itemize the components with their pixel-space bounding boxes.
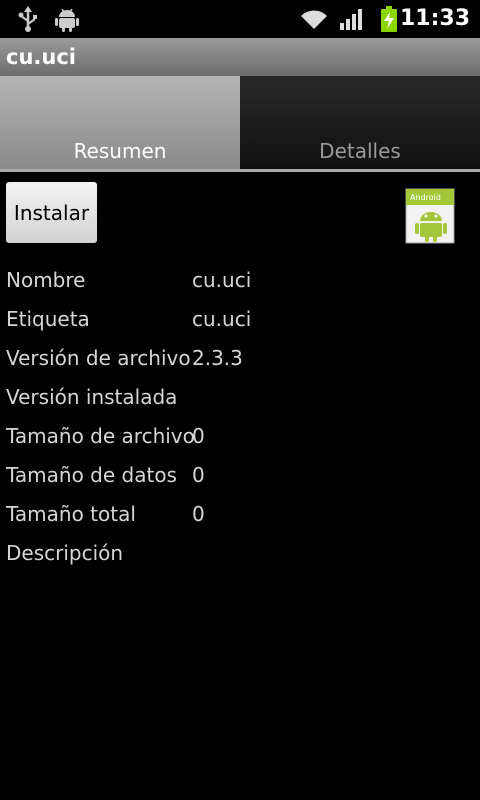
detail-row-tamano-total: Tamaño total 0 [0,494,480,533]
tab-detalles[interactable]: Detalles [240,76,480,169]
details-list: Nombre cu.uci Etiqueta cu.uci Versión de… [0,260,480,572]
detail-value: cu.uci [192,307,252,331]
tab-detalles-label: Detalles [319,139,401,163]
app-icon-badge: Android [410,193,441,202]
detail-label: Nombre [6,268,86,292]
detail-label: Tamaño total [6,502,136,526]
detail-label: Descripción [6,541,124,565]
android-debug-icon [52,0,82,38]
detail-row-version-archivo: Versión de archivo 2.3.3 [0,338,480,377]
detail-value: cu.uci [192,268,252,292]
detail-value: 2.3.3 [192,346,243,370]
android-package-icon: Android [404,187,456,245]
clock: 11:33 [399,6,470,31]
detail-value: 0 [192,502,205,526]
detail-label: Versión de archivo [6,346,191,370]
signal-icon [338,0,366,38]
detail-row-etiqueta: Etiqueta cu.uci [0,299,480,338]
title-bar: cu.uci [0,38,480,76]
status-bar: 11:33 [0,0,480,38]
detail-row-tamano-archivo: Tamaño de archivo 0 [0,416,480,455]
detail-label: Etiqueta [6,307,90,331]
usb-icon [14,0,42,38]
detail-value: 0 [192,424,205,448]
tab-bar: Resumen Detalles [0,76,480,172]
detail-label: Tamaño de datos [6,463,177,487]
detail-row-tamano-datos: Tamaño de datos 0 [0,455,480,494]
tab-underline [0,169,480,172]
detail-row-nombre: Nombre cu.uci [0,260,480,299]
detail-label: Versión instalada [6,385,178,409]
tab-resumen-label: Resumen [73,139,167,163]
wifi-icon [298,0,330,38]
app-title: cu.uci [6,45,76,69]
install-button[interactable]: Instalar [6,182,97,243]
detail-label: Tamaño de archivo [6,424,195,448]
detail-row-descripcion: Descripción [0,533,480,572]
detail-value: 0 [192,463,205,487]
tab-resumen[interactable]: Resumen [0,76,240,169]
battery-charging-icon [376,0,402,38]
detail-row-version-instalada: Versión instalada [0,377,480,416]
